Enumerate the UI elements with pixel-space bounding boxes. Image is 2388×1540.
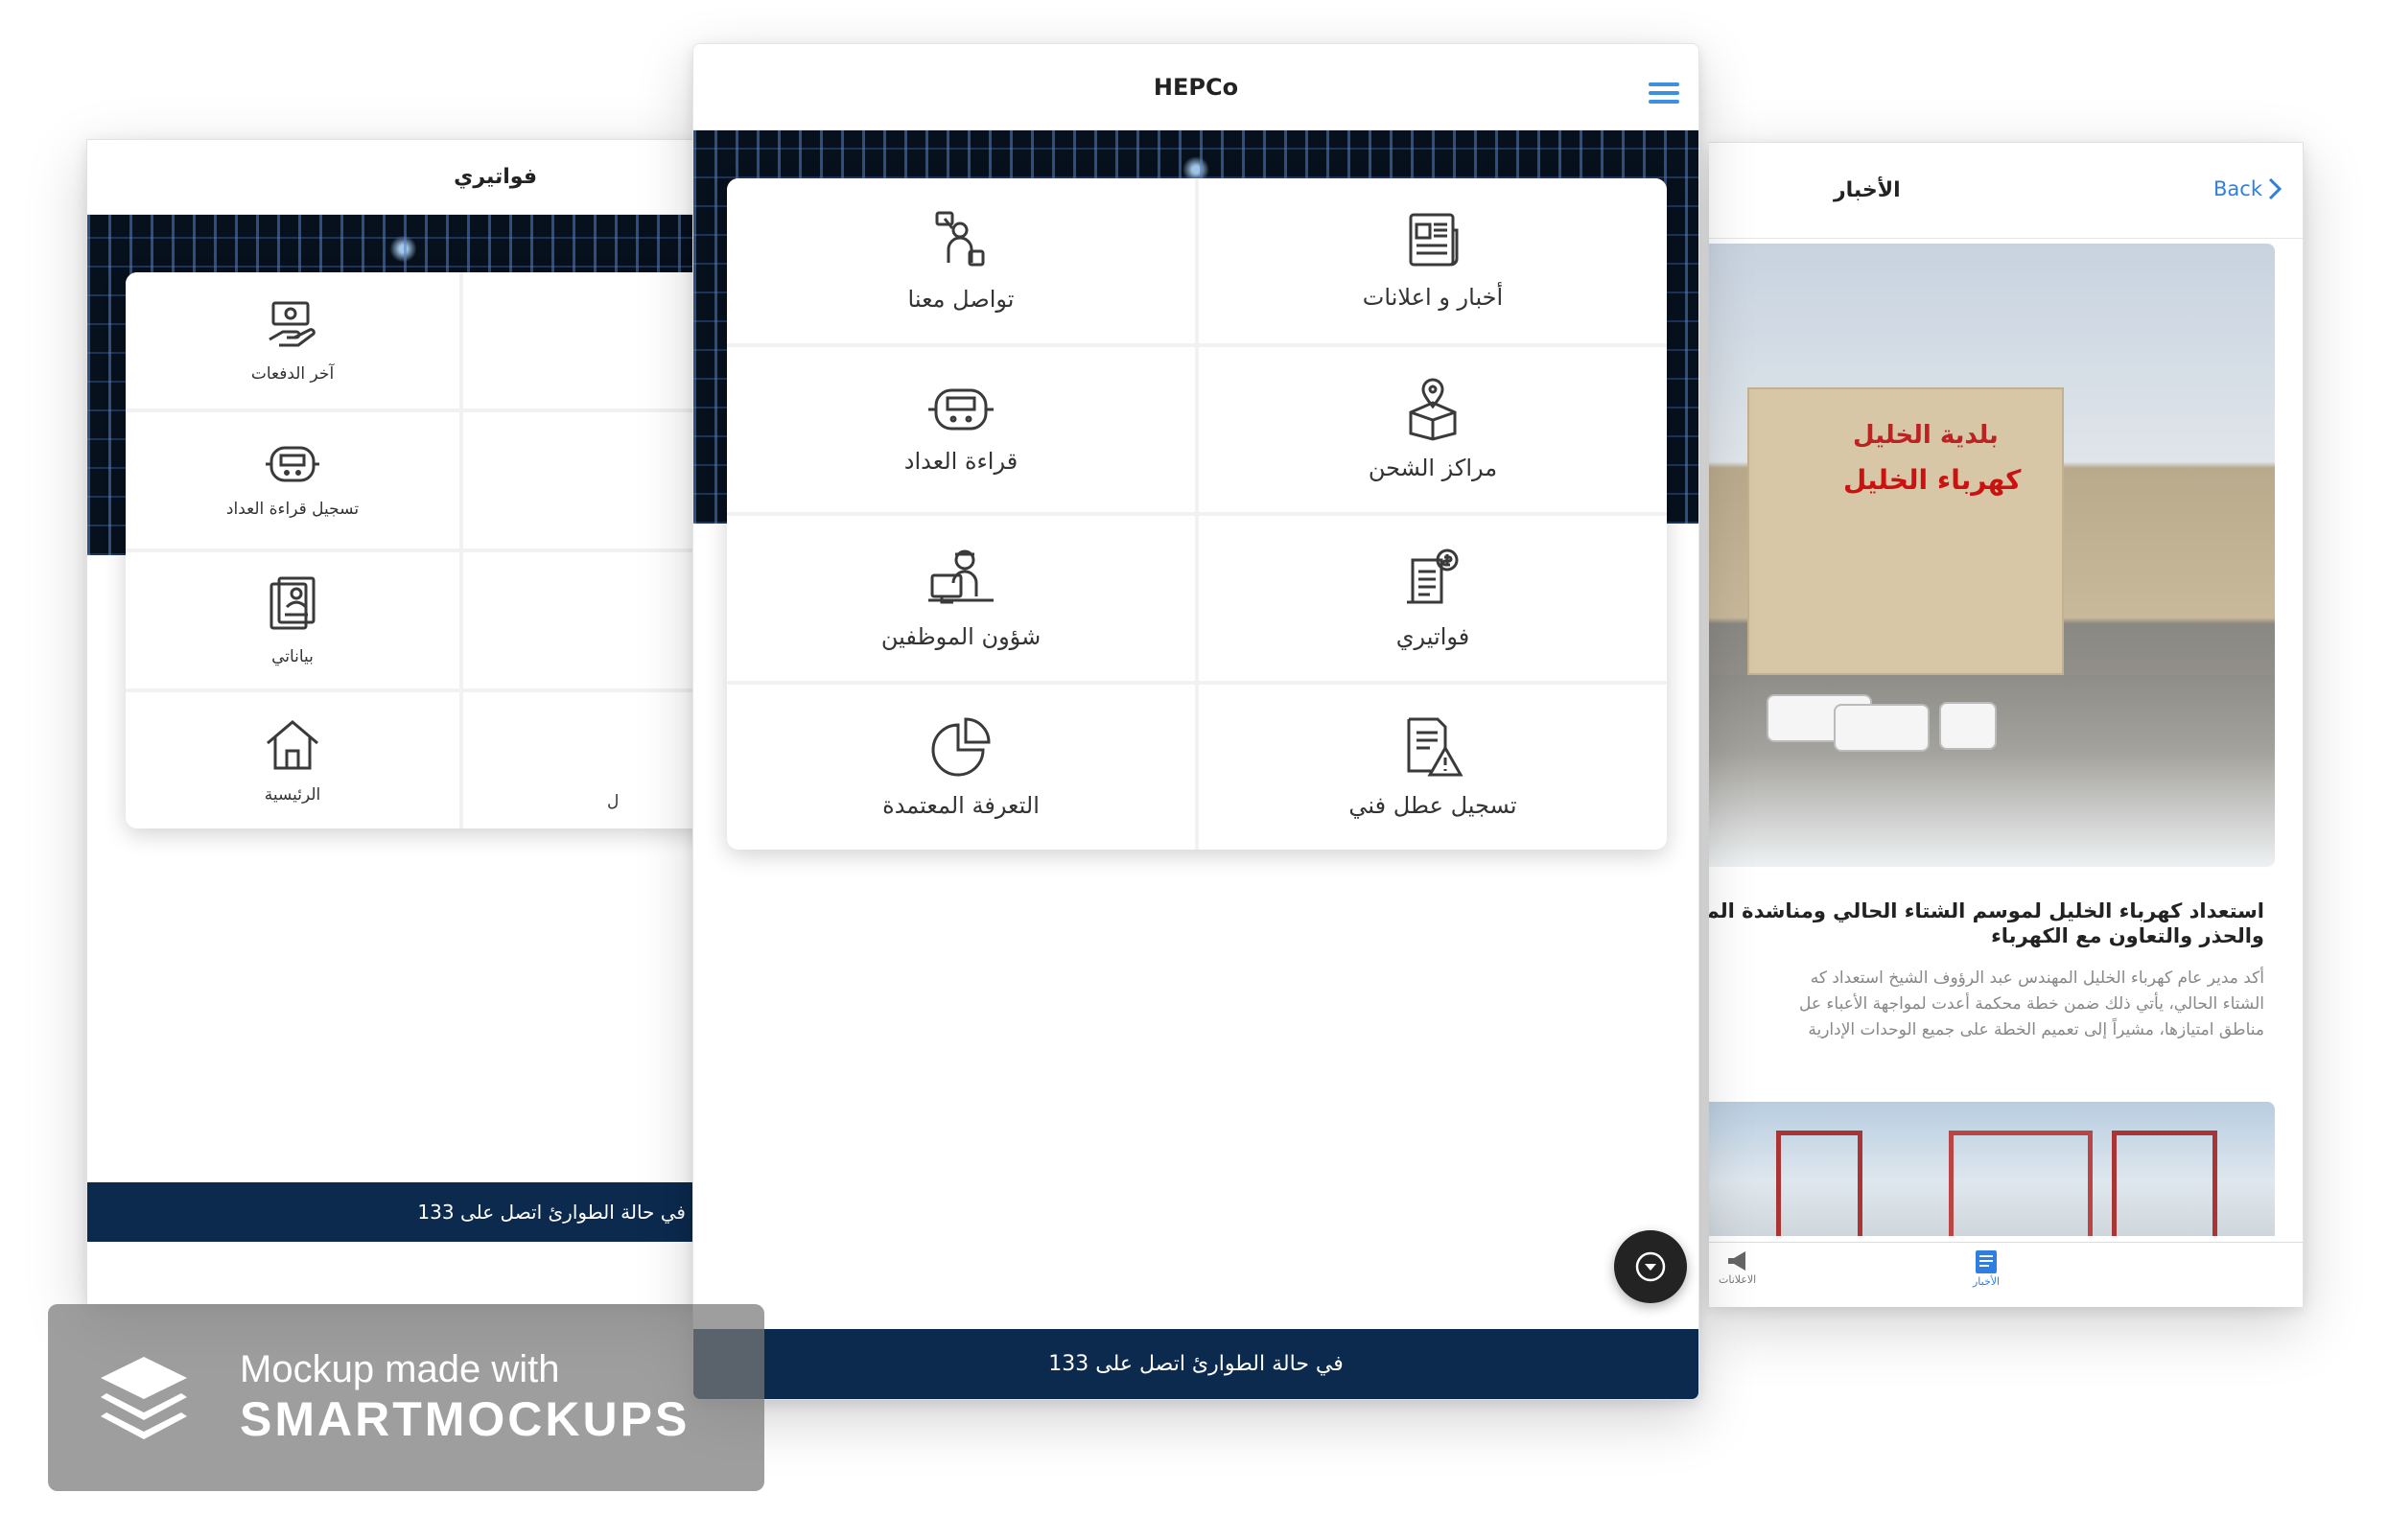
tile-contact-us[interactable]: تواصل معنا [727, 178, 1195, 343]
tile-label: تسجيل قراءة العداد [225, 500, 360, 519]
tile-label: ل [607, 792, 620, 811]
meter-icon [266, 446, 319, 482]
tile-hidden[interactable] [463, 552, 719, 688]
back-label: Back [2213, 177, 2262, 200]
tile-employee-affairs[interactable]: شؤون الموظفين [727, 516, 1195, 681]
home-icon [267, 720, 318, 770]
tile-label: تسجيل عطل فني [1348, 792, 1517, 819]
tile-my-data[interactable]: بياناتي [126, 552, 459, 688]
tile-label: آخر الدفعات [250, 364, 335, 384]
invoice-icon [1407, 548, 1459, 604]
tile-label: فواتيري [1395, 623, 1470, 650]
watermark-line1: Mockup made with [240, 1348, 560, 1390]
left-menu-grid: آخر الدفعات تسجيل قراءة العداد بياناتي ا… [126, 272, 719, 828]
tile-label: قراءة العداد [903, 448, 1018, 475]
structure-shape [1949, 1131, 2093, 1236]
excerpt-line: أكد مدير عام كهرباء الخليل المهندس عبد ا… [1810, 968, 2264, 988]
emergency-text: في حالة الطوارئ اتصل على 133 [417, 1201, 686, 1224]
car-shape [1834, 704, 1930, 752]
tab-label: الأخبار [1973, 1275, 2001, 1288]
left-top-bar: فواتيري [87, 140, 719, 215]
payment-icon [269, 301, 316, 347]
emergency-footer: في حالة الطوارئ اتصل على 133 [693, 1329, 1698, 1399]
scroll-fab-button[interactable] [1614, 1230, 1687, 1303]
news-icon [1409, 213, 1459, 267]
tile-label: شؤون الموظفين [880, 623, 1042, 650]
tile-label: تواصل معنا [907, 286, 1015, 313]
chevron-down-icon [1635, 1251, 1666, 1282]
tab-label: الاعلانات [1719, 1273, 1757, 1286]
headline-line: والحذر والتعاون مع الكهرباء [1991, 924, 2264, 948]
employee-icon [928, 549, 994, 604]
app-title: HEPCo [1153, 73, 1239, 101]
tile-news-announcements[interactable]: أخبار و اعلانات [1199, 178, 1667, 343]
right-screen-news: الأخبار Back بلدية الخليل كهرباء الخليل … [1709, 142, 2304, 1307]
emergency-footer: في حالة الطوارئ اتصل على 133 [87, 1182, 719, 1242]
back-button[interactable]: Back [2213, 177, 2282, 200]
meter-icon [928, 388, 994, 431]
news-photo[interactable]: بلدية الخليل كهرباء الخليل [1709, 244, 2275, 867]
megaphone-icon [1727, 1251, 1745, 1271]
hamburger-menu-icon[interactable] [1649, 82, 1679, 104]
tile-hidden[interactable] [463, 272, 719, 408]
contact-icon [935, 211, 985, 267]
tile-meter-reading[interactable]: قراءة العداد [727, 347, 1195, 512]
tile-home[interactable]: الرئيسية [126, 692, 459, 828]
profile-data-icon [269, 576, 316, 630]
structure-shape [2112, 1131, 2217, 1236]
bottom-tab-bar: الاعلانات الأخبار [1709, 1242, 2303, 1307]
excerpt-line: مناطق امتيازها، مشيراً إلى تعميم الخطة ع… [1808, 1020, 2264, 1040]
emergency-text: في حالة الطوارئ اتصل على 133 [1048, 1352, 1344, 1376]
headline-line: استعداد كهرباء الخليل لموسم الشتاء الحال… [1709, 899, 2264, 922]
charging-location-icon [1409, 378, 1457, 441]
center-screen-home: HEPCo تواصل معنا أخبار و اعلانات قراءة ا… [692, 43, 1699, 1400]
car-shape [1939, 702, 1997, 750]
tile-approved-tariff[interactable]: التعرفة المعتمدة [727, 685, 1195, 850]
photo-sign-text: كهرباء الخليل [1843, 464, 2022, 496]
chevron-right-icon [2268, 177, 2282, 200]
excerpt-line: الشتاء الحالي، يأتي ذلك ضمن خطة محكمة أع… [1798, 994, 2264, 1015]
tile-hidden[interactable]: ل [463, 692, 719, 828]
left-page-title: فواتيري [454, 165, 537, 189]
right-page-title: الأخبار [1834, 178, 1901, 202]
report-fault-icon [1407, 717, 1463, 777]
tile-label: التعرفة المعتمدة [882, 792, 1040, 819]
left-screen-invoices: فواتيري آخر الدفعات تسجيل قراءة العداد ب… [86, 139, 719, 1304]
pie-chart-icon [931, 717, 991, 777]
tile-hidden[interactable] [463, 412, 719, 548]
tab-news[interactable]: الأخبار [1973, 1248, 2000, 1288]
news-photo-2[interactable] [1709, 1102, 2275, 1236]
smartmockups-watermark: Mockup made with SMARTMOCKUPS [48, 1304, 764, 1491]
tile-charging-centers[interactable]: مراكز الشحن [1199, 347, 1667, 512]
news-headline[interactable]: استعداد كهرباء الخليل لموسم الشتاء الحال… [1709, 898, 2264, 949]
structure-shape [1776, 1131, 1862, 1236]
tile-label: الرئيسية [264, 785, 321, 805]
tile-last-payments[interactable]: آخر الدفعات [126, 272, 459, 408]
photo-sign-text: بلدية الخليل [1853, 421, 1999, 450]
tab-announcements[interactable]: الاعلانات [1719, 1248, 1756, 1286]
tile-report-technical-fault[interactable]: تسجيل عطل فني [1199, 685, 1667, 850]
tile-label: بياناتي [271, 647, 314, 666]
tile-register-meter-reading[interactable]: تسجيل قراءة العداد [126, 412, 459, 548]
home-menu-grid: تواصل معنا أخبار و اعلانات قراءة العداد … [727, 178, 1667, 850]
news-excerpt: أكد مدير عام كهرباء الخليل المهندس عبد ا… [1727, 966, 2264, 1044]
center-top-bar: HEPCo [693, 44, 1698, 130]
tile-my-invoices[interactable]: فواتيري [1199, 516, 1667, 681]
tile-label: مراكز الشحن [1368, 455, 1498, 481]
news-tab-icon [1976, 1250, 1998, 1273]
tile-label: أخبار و اعلانات [1362, 284, 1504, 311]
layers-icon [101, 1356, 187, 1439]
watermark-line2: SMARTMOCKUPS [240, 1392, 691, 1446]
